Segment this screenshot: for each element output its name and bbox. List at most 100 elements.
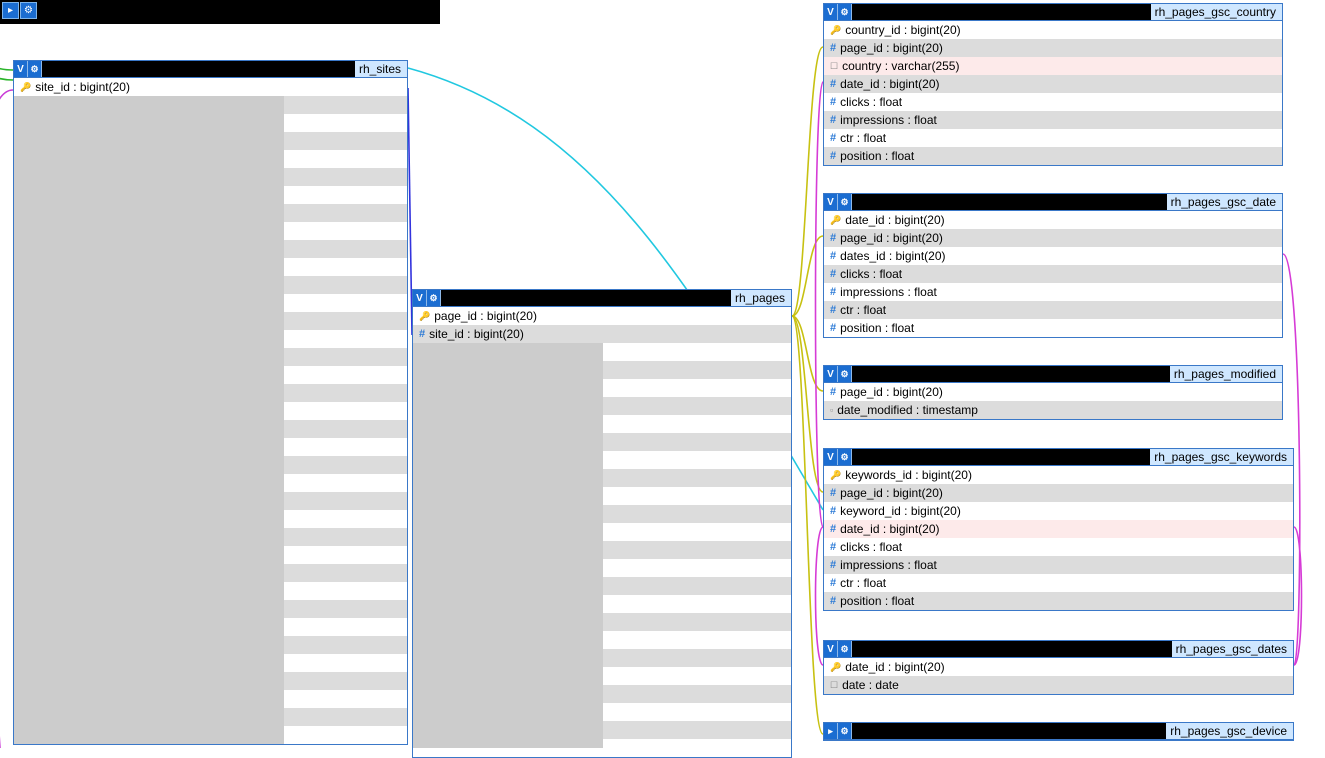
table-header[interactable]: rh_pages_gsc_keywords: [824, 449, 1293, 466]
field-label: impressions : float: [840, 113, 937, 127]
redacted-overlay: [14, 96, 284, 745]
table-body: date_id : bigint(20) date : date: [824, 658, 1293, 694]
field-row[interactable]: page_id : bigint(20): [824, 229, 1282, 247]
field-row[interactable]: impressions : float: [824, 111, 1282, 129]
field-row[interactable]: clicks : float: [824, 265, 1282, 283]
table-rh_pages_modified[interactable]: rh_pages_modifiedpage_id : bigint(20)dat…: [823, 365, 1283, 420]
numeric-field-icon: [830, 577, 836, 589]
field-row[interactable]: site_id : bigint(20): [14, 78, 407, 96]
toolbar-icon-1[interactable]: ▸: [2, 2, 19, 19]
gear-icon[interactable]: [28, 61, 42, 77]
table-rh_pages[interactable]: rh_pagespage_id : bigint(20)site_id : bi…: [412, 289, 792, 758]
collapse-toggle-icon[interactable]: [824, 449, 838, 465]
numeric-field-icon: [830, 42, 836, 54]
gear-icon[interactable]: [427, 290, 441, 306]
field-row[interactable]: page_id : bigint(20): [824, 39, 1282, 57]
table-rh_sites[interactable]: rh_sites site_id : bigint(20): [13, 60, 408, 745]
table-rh_pages_gsc_date[interactable]: rh_pages_gsc_date date_id : bigint(20) pag…: [823, 193, 1283, 338]
field-row[interactable]: position : float: [824, 147, 1282, 165]
field-row[interactable]: page_id : bigint(20): [824, 383, 1282, 401]
primary-key-icon: [830, 662, 841, 673]
gear-icon[interactable]: [838, 366, 852, 382]
primary-key-icon: [20, 82, 31, 93]
field-row[interactable]: date_modified : timestamp: [824, 401, 1282, 419]
field-row[interactable]: keyword_id : bigint(20): [824, 502, 1293, 520]
table-header[interactable]: rh_pages_gsc_dates: [824, 641, 1293, 658]
field-row[interactable]: impressions : float: [824, 556, 1293, 574]
field-row[interactable]: country_id : bigint(20): [824, 21, 1282, 39]
field-row[interactable]: ctr : float: [824, 129, 1282, 147]
field-label: clicks : float: [840, 95, 902, 109]
field-row[interactable]: clicks : float: [824, 538, 1293, 556]
collapse-toggle-icon[interactable]: [413, 290, 427, 306]
table-rh_pages_gsc_country[interactable]: rh_pages_gsc_countrycountry_id : bigint(…: [823, 3, 1283, 166]
table-name-label: rh_sites: [355, 61, 407, 77]
collapse-toggle-icon[interactable]: [824, 4, 838, 20]
field-row[interactable]: position : float: [824, 319, 1282, 337]
field-row[interactable]: keywords_id : bigint(20): [824, 466, 1293, 484]
numeric-field-icon: [830, 250, 836, 262]
field-row[interactable]: page_id : bigint(20): [824, 484, 1293, 502]
collapse-toggle-icon[interactable]: [824, 194, 838, 210]
redacted-schema-name: [42, 61, 355, 77]
field-label: page_id : bigint(20): [840, 231, 943, 245]
field-row[interactable]: date : date: [824, 676, 1293, 694]
gear-icon[interactable]: [838, 723, 852, 739]
field-row[interactable]: page_id : bigint(20): [413, 307, 791, 325]
field-row[interactable]: date_id : bigint(20): [824, 658, 1293, 676]
collapse-toggle-icon[interactable]: [824, 723, 838, 739]
numeric-field-icon: [830, 559, 836, 571]
field-row[interactable]: position : float: [824, 592, 1293, 610]
numeric-field-icon: [830, 322, 836, 334]
table-body: date_id : bigint(20) page_id : bigint(20)…: [824, 211, 1282, 337]
table-body: country_id : bigint(20)page_id : bigint(…: [824, 21, 1282, 165]
field-label: date_id : bigint(20): [845, 660, 944, 674]
gear-icon[interactable]: [838, 641, 852, 657]
collapse-toggle-icon[interactable]: [14, 61, 28, 77]
numeric-field-icon: [830, 150, 836, 162]
table-header[interactable]: rh_pages: [413, 290, 791, 307]
numeric-field-icon: [830, 78, 836, 90]
redacted-schema-name: [852, 723, 1166, 739]
redacted-schema-name: [441, 290, 731, 306]
field-label: keywords_id : bigint(20): [845, 468, 972, 482]
text-field-icon: [830, 680, 838, 691]
gear-icon[interactable]: [838, 449, 852, 465]
table-header[interactable]: rh_sites: [14, 61, 407, 78]
field-row[interactable]: ctr : float: [824, 301, 1282, 319]
field-row[interactable]: date_id : bigint(20): [824, 75, 1282, 93]
gear-icon[interactable]: [838, 194, 852, 210]
field-row[interactable]: date_id : bigint(20): [824, 520, 1293, 538]
field-row[interactable]: date_id : bigint(20): [824, 211, 1282, 229]
table-header[interactable]: rh_pages_gsc_country: [824, 4, 1282, 21]
field-label: site_id : bigint(20): [35, 80, 130, 94]
numeric-field-icon: [830, 114, 836, 126]
field-label: date_id : bigint(20): [845, 213, 944, 227]
numeric-field-icon: [830, 304, 836, 316]
field-row[interactable]: country : varchar(255): [824, 57, 1282, 75]
numeric-field-icon: [830, 595, 836, 607]
field-row[interactable]: clicks : float: [824, 93, 1282, 111]
table-rh_pages_gsc_keywords[interactable]: rh_pages_gsc_keywords keywords_id : bigin…: [823, 448, 1294, 611]
collapse-toggle-icon[interactable]: [824, 641, 838, 657]
field-row[interactable]: ctr : float: [824, 574, 1293, 592]
field-row[interactable]: impressions : float: [824, 283, 1282, 301]
table-rh_pages_gsc_device[interactable]: rh_pages_gsc_device: [823, 722, 1294, 741]
primary-key-icon: [419, 311, 430, 322]
table-header[interactable]: rh_pages_modified: [824, 366, 1282, 383]
gear-icon[interactable]: [838, 4, 852, 20]
table-rh_pages_gsc_dates[interactable]: rh_pages_gsc_datesdate_id : bigint(20)da…: [823, 640, 1294, 695]
table-name-label: rh_pages_gsc_country: [1151, 4, 1282, 20]
table-header[interactable]: rh_pages_gsc_device: [824, 723, 1293, 740]
field-row[interactable]: site_id : bigint(20): [413, 325, 791, 343]
table-name-label: rh_pages_modified: [1170, 366, 1282, 382]
redacted-header-block: [0, 0, 440, 24]
collapse-toggle-icon[interactable]: [824, 366, 838, 382]
table-header[interactable]: rh_pages_gsc_date: [824, 194, 1282, 211]
numeric-field-icon: [830, 232, 836, 244]
field-row[interactable]: dates_id : bigint(20): [824, 247, 1282, 265]
numeric-field-icon: [830, 286, 836, 298]
toolbar-icon-2[interactable]: ⚙: [20, 2, 37, 19]
date-field-icon: [830, 405, 833, 415]
redacted-schema-name: [852, 641, 1172, 657]
